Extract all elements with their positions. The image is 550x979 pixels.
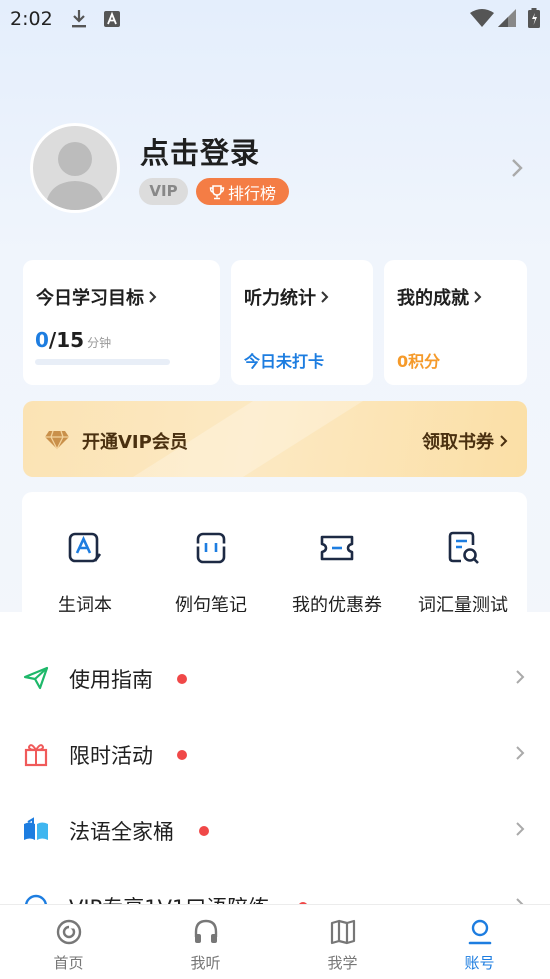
study-goal-title: 今日学习目标 xyxy=(36,288,144,309)
login-link[interactable]: 点击登录 xyxy=(140,130,260,172)
font-icon xyxy=(104,11,120,27)
tab-label: 我听 xyxy=(190,954,221,972)
wifi-icon xyxy=(470,9,494,27)
trophy-icon xyxy=(209,184,225,199)
chevron-right-icon xyxy=(321,291,329,303)
listening-stats-card[interactable]: 听力统计 今日未打卡 xyxy=(231,260,373,385)
gift-icon xyxy=(24,744,48,767)
vip-title: 开通VIP会员 xyxy=(82,432,188,453)
list-item-french-bundle[interactable]: 法语全家桶 xyxy=(0,791,550,867)
battery-icon xyxy=(528,8,540,28)
home-icon xyxy=(56,919,81,945)
chevron-right-icon[interactable] xyxy=(511,157,523,179)
books-icon xyxy=(24,817,48,840)
tool-sentence-notes[interactable]: 例句笔记 xyxy=(148,492,274,616)
list-item-label: 法语全家桶 xyxy=(69,820,174,844)
notification-dot xyxy=(199,826,209,836)
sentence-notes-icon xyxy=(195,532,227,564)
tool-vocabulary-test[interactable]: 词汇量测试 xyxy=(400,492,526,616)
tool-vocabulary-book[interactable]: 生词本 xyxy=(22,492,148,616)
list-item-guide[interactable]: 使用指南 xyxy=(0,639,550,715)
tab-label: 首页 xyxy=(53,954,84,972)
leaderboard-button[interactable]: 排行榜 xyxy=(196,178,289,205)
vip-badge: VIP xyxy=(139,178,188,205)
tab-learn[interactable]: 我学 xyxy=(274,905,411,979)
study-goal-value: 0/15 分钟 xyxy=(35,328,111,352)
signal-icon xyxy=(498,9,516,27)
achievement-card[interactable]: 我的成就 0积分 xyxy=(384,260,527,385)
chevron-right-icon xyxy=(516,746,525,760)
study-goal-card[interactable]: 今日学习目标 0/15 分钟 xyxy=(23,260,220,385)
chevron-right-icon xyxy=(516,670,525,684)
tab-label: 账号 xyxy=(464,954,495,972)
claim-voucher-label: 领取书券 xyxy=(422,432,494,453)
points-value: 0积分 xyxy=(397,352,441,371)
study-goal-total: /15 xyxy=(48,328,85,352)
list-item-label: 使用指南 xyxy=(69,668,153,692)
tab-account[interactable]: 账号 xyxy=(411,905,548,979)
list-item-activities[interactable]: 限时活动 xyxy=(0,715,550,791)
tool-coupons[interactable]: 我的优惠券 xyxy=(274,492,400,616)
headphones-icon xyxy=(194,919,217,943)
listening-stats-title: 听力统计 xyxy=(244,288,316,309)
download-icon xyxy=(72,10,86,28)
list-item-vip-speaking[interactable]: VIP专享1V1口语陪练 xyxy=(0,867,550,908)
leaderboard-label: 排行榜 xyxy=(227,183,276,203)
claim-voucher-link[interactable]: 领取书券 xyxy=(422,428,509,454)
diamond-icon xyxy=(45,430,69,450)
study-goal-unit: 分钟 xyxy=(87,336,112,350)
vocabulary-test-icon xyxy=(448,531,479,564)
default-avatar-icon xyxy=(45,142,105,210)
coupon-icon xyxy=(320,535,354,561)
notification-dot xyxy=(177,674,187,684)
tab-home[interactable]: 首页 xyxy=(0,905,137,979)
tools-panel: 生词本 例句笔记 我的优惠券 词汇量测试 xyxy=(22,492,527,616)
bottom-tab-bar: 首页 我听 我学 账号 xyxy=(0,904,550,979)
account-icon xyxy=(468,919,491,945)
menu-list: 使用指南 限时活动 法语全家桶 VIP专享1V1口语陪练 xyxy=(0,612,550,908)
check-in-status: 今日未打卡 xyxy=(244,352,325,371)
book-icon xyxy=(330,919,355,945)
chevron-right-icon xyxy=(516,822,525,836)
list-item-label: 限时活动 xyxy=(69,744,153,768)
achievement-title: 我的成就 xyxy=(397,288,469,309)
avatar[interactable] xyxy=(30,123,120,213)
study-goal-progress-bar xyxy=(35,359,170,365)
notification-dot xyxy=(177,750,187,760)
tab-label: 我学 xyxy=(327,954,358,972)
study-goal-current: 0 xyxy=(35,328,49,352)
chevron-right-icon xyxy=(149,291,157,303)
tab-listen[interactable]: 我听 xyxy=(137,905,274,979)
status-time: 2:02 xyxy=(10,8,53,30)
status-bar: 2:02 xyxy=(0,0,550,40)
vocabulary-book-icon xyxy=(68,532,102,563)
paper-plane-icon xyxy=(23,666,49,690)
chevron-right-icon xyxy=(474,291,482,303)
vip-banner[interactable]: 开通VIP会员 领取书券 xyxy=(23,401,527,477)
chevron-right-icon xyxy=(500,435,508,447)
